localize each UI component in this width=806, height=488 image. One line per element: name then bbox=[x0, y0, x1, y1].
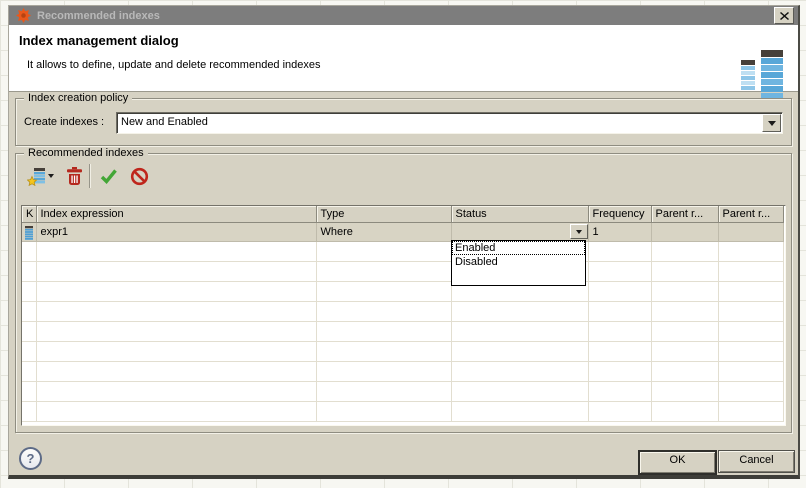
column-header-status[interactable]: Status bbox=[451, 206, 588, 223]
app-gear-icon bbox=[15, 7, 32, 24]
column-header-index-expression[interactable]: Index expression bbox=[36, 206, 316, 223]
status-option-disabled[interactable]: Disabled bbox=[452, 255, 585, 269]
index-column-icon bbox=[24, 226, 34, 240]
window-title: Recommended indexes bbox=[37, 10, 774, 22]
toolbar-separator bbox=[89, 164, 90, 188]
chevron-down-icon bbox=[576, 230, 582, 234]
close-icon bbox=[780, 12, 789, 20]
index-columns-icon bbox=[740, 50, 784, 102]
table-row-empty[interactable] bbox=[22, 382, 783, 402]
close-button[interactable] bbox=[774, 7, 794, 24]
status-dropdown-button[interactable] bbox=[570, 224, 588, 239]
status-cell[interactable] bbox=[451, 223, 588, 242]
ok-button[interactable]: OK bbox=[638, 450, 717, 475]
policy-group-legend: Index creation policy bbox=[24, 92, 132, 105]
cancel-button[interactable]: Cancel bbox=[718, 450, 795, 473]
combobox-value: New and Enabled bbox=[121, 116, 208, 128]
create-indexes-label: Create indexes : bbox=[24, 116, 104, 128]
indexes-toolbar bbox=[26, 161, 150, 191]
dropdown-arrow-icon bbox=[48, 174, 54, 178]
help-button[interactable]: ? bbox=[19, 447, 42, 470]
expression-cell[interactable]: expr1 bbox=[36, 223, 316, 242]
recommended-indexes-group: Recommended indexes bbox=[15, 153, 792, 433]
column-header-parent-2[interactable]: Parent r... bbox=[718, 206, 783, 223]
table-row-empty[interactable] bbox=[22, 322, 783, 342]
dialog-header: Index management dialog It allows to def… bbox=[9, 25, 798, 92]
create-indexes-combobox[interactable]: New and Enabled bbox=[116, 112, 783, 134]
column-header-key[interactable]: K bbox=[22, 206, 36, 223]
status-dropdown-list: Enabled Disabled bbox=[451, 240, 586, 286]
table-row-empty[interactable] bbox=[22, 242, 783, 262]
recommended-group-legend: Recommended indexes bbox=[24, 147, 148, 160]
frequency-cell[interactable]: 1 bbox=[588, 223, 651, 242]
table-header-row: K Index expression Type Status Frequency… bbox=[22, 206, 783, 223]
column-header-parent-1[interactable]: Parent r... bbox=[651, 206, 718, 223]
table-row-empty[interactable] bbox=[22, 282, 783, 302]
index-creation-policy-group: Index creation policy Create indexes : N… bbox=[15, 98, 792, 146]
key-cell bbox=[22, 223, 36, 242]
parent-cell-1[interactable] bbox=[651, 223, 718, 242]
title-bar[interactable]: Recommended indexes bbox=[9, 6, 798, 25]
type-cell[interactable]: Where bbox=[316, 223, 451, 242]
page-title: Index management dialog bbox=[19, 33, 179, 48]
table-row-empty[interactable] bbox=[22, 402, 783, 422]
status-option-enabled[interactable]: Enabled bbox=[452, 241, 585, 255]
validate-check-icon bbox=[100, 169, 118, 184]
page-subtitle: It allows to define, update and delete r… bbox=[27, 59, 321, 71]
column-header-frequency[interactable]: Frequency bbox=[588, 206, 651, 223]
question-mark-icon: ? bbox=[27, 451, 35, 466]
table-row-empty[interactable] bbox=[22, 302, 783, 322]
add-index-menu-button[interactable] bbox=[47, 173, 55, 179]
recommended-indexes-dialog: Recommended indexes Index management dia… bbox=[8, 5, 800, 479]
parent-cell-2[interactable] bbox=[718, 223, 783, 242]
index-table-body: expr1 Where 1 bbox=[22, 223, 783, 422]
block-icon bbox=[130, 167, 149, 186]
block-button[interactable] bbox=[129, 166, 150, 187]
table-row-empty[interactable] bbox=[22, 262, 783, 282]
table-row-empty[interactable] bbox=[22, 362, 783, 382]
table-row-selected[interactable]: expr1 Where 1 bbox=[22, 223, 783, 242]
add-index-icon bbox=[27, 167, 46, 186]
column-header-type[interactable]: Type bbox=[316, 206, 451, 223]
combobox-dropdown-button[interactable] bbox=[762, 114, 781, 132]
table-row-empty[interactable] bbox=[22, 342, 783, 362]
delete-trash-icon bbox=[66, 167, 83, 186]
delete-index-button[interactable] bbox=[65, 166, 84, 187]
add-index-button[interactable] bbox=[26, 166, 47, 187]
indexes-table: K Index expression Type Status Frequency… bbox=[21, 205, 786, 426]
chevron-down-icon bbox=[768, 121, 776, 126]
validate-button[interactable] bbox=[99, 168, 119, 185]
